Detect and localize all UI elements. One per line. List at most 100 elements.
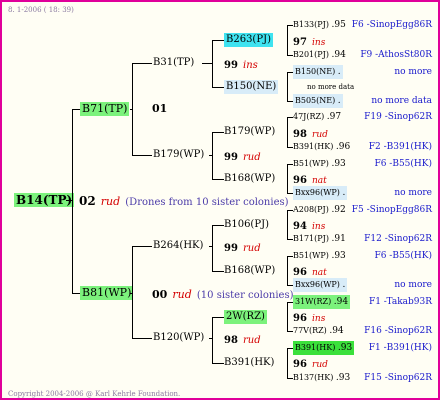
gen3-tag-1: ins (243, 60, 258, 71)
gen4-info-14: F1 -Takab93R (368, 297, 432, 307)
gen2-tick-c (132, 246, 152, 247)
gen4-id-6: 47J(RZ) (293, 112, 325, 121)
gen3-conn-3 (212, 225, 213, 271)
gen2-join-top (130, 109, 132, 110)
sire-node[interactable]: B71(TP) (80, 102, 130, 116)
gen4-conn-3 (287, 117, 288, 147)
gen2-node-c[interactable]: B264(HK) (153, 239, 203, 253)
gen3-num-5: 99 (224, 243, 238, 254)
gen3-node-7[interactable]: 2W(RZ) (224, 310, 267, 324)
gen4-info-12: F6 -B55(HK) (374, 251, 432, 261)
gen2-tag-c: rud (172, 288, 192, 301)
root-connector (66, 200, 72, 201)
gen4-id-8: B51(WP) (293, 159, 329, 168)
gen4-info-8: F6 -B55(HK) (374, 159, 432, 169)
gen3-tick-2 (212, 87, 224, 88)
gen2-bottom-connector (132, 246, 133, 338)
gen4-num-3: 96 (293, 175, 307, 186)
gen4-conn-2 (287, 72, 288, 101)
gen1-note: (Drones from 10 sister colonies) (125, 197, 289, 208)
gen3-num-1: 99 (224, 60, 238, 71)
gen4-id-14: 31W(RZ) (295, 297, 332, 306)
gen1-bottom-tick (72, 293, 80, 294)
gen3-tag-3: rud (243, 152, 261, 163)
gen4-info-11: F12 -Sinop62R (364, 234, 432, 244)
gen2-top-connector (132, 63, 133, 155)
gen4-conn-7 (287, 302, 288, 331)
gen4-info-17: F15 -Sinop62R (364, 373, 432, 383)
gen4-mating-7: 96 rud (293, 355, 328, 372)
gen4-tag-1: ins (312, 38, 326, 48)
gen2-join-bottom (130, 293, 132, 294)
copyright: Copyright 2004-2006 @ Karl Kehrle Founda… (8, 390, 181, 398)
gen4-tag-3: nat (312, 176, 327, 186)
gen3-join-4 (209, 338, 212, 339)
gen3-node-6[interactable]: B168(WP) (224, 264, 275, 278)
gen4-conn-4 (287, 164, 288, 193)
gen2-node-b[interactable]: B179(WP) (153, 148, 204, 162)
gen4-info-2: F9 -AthosSt80R (360, 50, 432, 60)
gen4-tag-4: ins (312, 222, 326, 232)
pedigree-frame: 8. 1-2006 ( 18: 39) B14(TP) B71(TP) 02 r… (0, 0, 440, 400)
gen4-num-5: 96 (293, 267, 307, 278)
header-date: 8. 1-2006 ( 18: 39) (8, 6, 74, 14)
gen3-mating-1: 99 ins (224, 56, 258, 73)
gen3-node-5[interactable]: B106(PJ) (224, 218, 269, 232)
gen3-node-4[interactable]: B168(WP) (224, 172, 275, 186)
gen4-info-9: no more (394, 188, 432, 198)
gen3-tick-8 (212, 363, 224, 364)
gen4-id-15: 77V(RZ) (293, 326, 327, 335)
gen4-num-2: 98 (293, 129, 307, 140)
gen2-num-c: 00 (152, 288, 168, 301)
gen1-connector (72, 109, 73, 293)
gen4-conn-8 (287, 348, 288, 378)
gen3-node-1[interactable]: B263(PJ) (224, 33, 273, 47)
gen3-conn-4 (212, 317, 213, 363)
gen3-node-8[interactable]: B391(HK) (224, 356, 274, 370)
gen3-join-2 (209, 155, 212, 156)
gen4-info-13: no more (394, 280, 432, 290)
gen2-node-a[interactable]: B31(TP) (153, 56, 194, 70)
gen4-id-12: B51(WP) (293, 251, 329, 260)
gen4-info-3: no more (394, 67, 432, 77)
gen3-conn-2 (212, 132, 213, 179)
gen4-num-7: 96 (293, 359, 307, 370)
gen3-tick-3 (212, 132, 224, 133)
gen1-mating: 02 rud (Drones from 10 sister colonies) (79, 193, 289, 210)
gen2-note-c: (10 sister colonies) (196, 290, 294, 301)
gen4-num-4: 94 (293, 221, 307, 232)
gen3-mating-3: 99 rud (224, 148, 261, 165)
gen3-node-3[interactable]: B179(WP) (224, 125, 275, 139)
gen3-tick-4 (212, 179, 224, 180)
gen4-info-5: no more data (371, 96, 432, 106)
gen3-mating-5: 99 rud (224, 239, 261, 256)
gen4-tag-7: rud (312, 360, 328, 370)
gen3-tag-5: rud (243, 243, 261, 254)
gen4-conn-6 (287, 256, 288, 285)
gen2-mating-c: 00 rud (10 sister colonies) (152, 286, 293, 303)
gen4-id-2: B201(PJ) (293, 50, 329, 59)
dam-node[interactable]: B81(WP) (80, 286, 134, 300)
gen4-info-7: F2 -B391(HK) (368, 142, 432, 152)
gen3-tick-6 (212, 271, 224, 272)
gen3-conn-1 (212, 40, 213, 87)
gen4-id-1: B133(PJ) (293, 20, 329, 29)
gen3-node-2[interactable]: B150(NE) (224, 80, 279, 94)
gen1-top-tick (72, 109, 80, 110)
gen1-num: 02 (79, 194, 96, 208)
gen3-join-3 (209, 246, 212, 247)
gen4-info-4: no more data (307, 83, 355, 91)
gen3-join-1 (202, 63, 212, 64)
gen1-tag: rud (100, 195, 121, 208)
gen4-info-16: F1 -B391(HK) (368, 343, 432, 353)
gen3-tag-7: rud (243, 335, 261, 346)
gen3-mating-7: 98 rud (224, 331, 261, 348)
gen4-num-6: 96 (293, 313, 307, 324)
gen3-tick-5 (212, 225, 224, 226)
gen4-info-15: F16 -Sinop62R (364, 326, 432, 336)
gen3-tick-7 (212, 317, 224, 318)
gen2-num-a: 01 (152, 102, 168, 115)
gen3-num-3: 99 (224, 152, 238, 163)
gen4-info-6: F19 -Sinop62R (364, 112, 432, 122)
gen2-node-d[interactable]: B120(WP) (153, 331, 204, 345)
